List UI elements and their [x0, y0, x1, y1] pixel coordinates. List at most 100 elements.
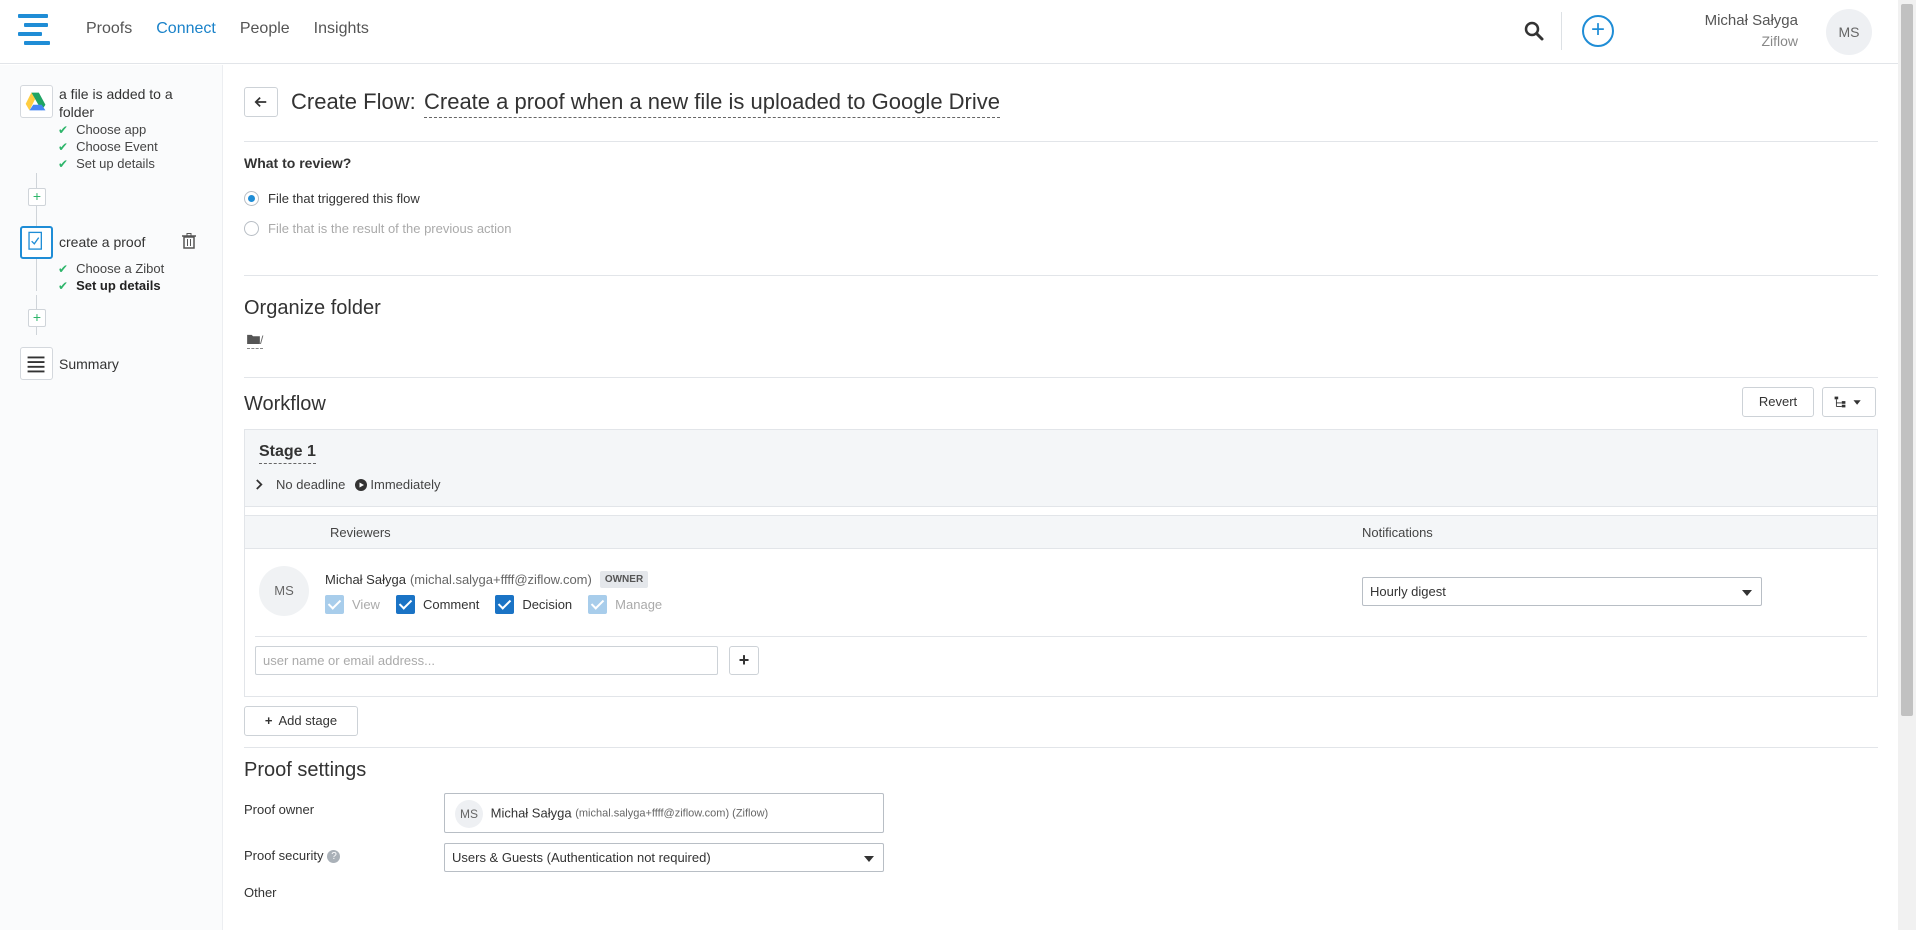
- proof-icon[interactable]: [20, 226, 53, 259]
- checkbox[interactable]: [325, 595, 344, 614]
- create-new-button[interactable]: +: [1582, 15, 1614, 47]
- divider: [255, 636, 1867, 637]
- action-substep[interactable]: ✔ Set up details: [58, 278, 161, 294]
- reviewer-email: (michal.salyga+ffff@ziflow.com): [409, 572, 592, 587]
- stage-header: Stage 1 No deadline Immediately: [245, 430, 1877, 507]
- divider: [244, 141, 1878, 142]
- caret-down-icon: [1742, 589, 1752, 596]
- perm-label: View: [352, 597, 380, 612]
- organize-folder-heading: Organize folder: [244, 297, 381, 319]
- other-label: Other: [244, 885, 277, 900]
- stage-card: Stage 1 No deadline Immediately Reviewer…: [244, 429, 1878, 697]
- nav-insights[interactable]: Insights: [314, 20, 369, 38]
- add-reviewer-button[interactable]: +: [729, 646, 759, 675]
- check-icon: ✔: [58, 157, 69, 171]
- nav-people[interactable]: People: [240, 20, 290, 38]
- check-icon: ✔: [58, 140, 69, 154]
- add-stage-button[interactable]: + Add stage: [244, 706, 358, 736]
- action-step-title[interactable]: create a proof: [59, 233, 145, 251]
- stage-meta[interactable]: No deadline Immediately: [255, 477, 440, 492]
- substep-label: Choose Event: [76, 139, 158, 154]
- tree-structure-icon: [1834, 396, 1861, 408]
- review-label: What to review?: [244, 155, 352, 171]
- revert-button[interactable]: Revert: [1742, 387, 1814, 417]
- main-nav: Proofs Connect People Insights: [86, 20, 393, 38]
- nav-connect[interactable]: Connect: [156, 20, 216, 38]
- proof-owner-select[interactable]: MS Michał Sałyga (michal.salyga+ffff@zif…: [444, 793, 884, 833]
- perm-decision[interactable]: Decision: [495, 595, 572, 614]
- summary-step-title[interactable]: Summary: [59, 355, 119, 373]
- trigger-substep[interactable]: ✔ Set up details: [58, 156, 155, 172]
- workflow-template-dropdown[interactable]: [1822, 387, 1876, 417]
- reviewer-name: Michał Sałyga: [325, 572, 406, 587]
- check-icon: ✔: [58, 123, 69, 137]
- plus-icon: +: [264, 713, 273, 728]
- reviewer-identity: Michał Sałyga (michal.salyga+ffff@ziflow…: [325, 571, 649, 588]
- chevron-right-icon[interactable]: [255, 479, 264, 490]
- action-substep[interactable]: ✔ Choose a Zibot: [58, 261, 164, 277]
- proof-security-label: Proof security?: [244, 848, 341, 864]
- ziflow-logo-icon[interactable]: [18, 14, 50, 45]
- owner-avatar: MS: [455, 799, 483, 828]
- checkbox[interactable]: [588, 595, 608, 614]
- perm-label: Manage: [615, 597, 663, 612]
- back-button[interactable]: [244, 87, 278, 117]
- proof-security-select[interactable]: Users & Guests (Authentication not requi…: [444, 843, 884, 872]
- stage-title[interactable]: Stage 1: [259, 443, 316, 464]
- deadline-text[interactable]: No deadline: [276, 477, 345, 492]
- security-value: Users & Guests (Authentication not requi…: [452, 850, 711, 865]
- radio-button[interactable]: [244, 191, 259, 206]
- trigger-step-title[interactable]: a file is added to a folder: [59, 85, 209, 121]
- substep-label: Set up details: [76, 278, 161, 293]
- checkbox[interactable]: [395, 595, 415, 614]
- user-org[interactable]: Ziflow: [1761, 33, 1798, 49]
- proof-owner-label: Proof owner: [244, 802, 315, 817]
- add-step-button[interactable]: +: [28, 188, 46, 206]
- notification-select[interactable]: Hourly digest: [1362, 577, 1762, 606]
- trigger-substep[interactable]: ✔ Choose app: [58, 122, 146, 138]
- divider: [244, 747, 1878, 748]
- perm-label: Comment: [422, 597, 480, 612]
- flow-name-editable[interactable]: Create a proof when a new file is upload…: [424, 89, 1001, 118]
- folder-path-picker[interactable]: /: [247, 333, 264, 349]
- divider: [244, 377, 1878, 378]
- scrollbar-thumb[interactable]: [1901, 4, 1913, 716]
- avatar[interactable]: MS: [1826, 9, 1872, 55]
- folder-path-text: /: [260, 333, 264, 347]
- help-icon[interactable]: ?: [327, 850, 341, 864]
- proof-settings-heading: Proof settings: [244, 759, 367, 781]
- check-icon: ✔: [58, 262, 69, 276]
- start-text[interactable]: Immediately: [370, 477, 440, 492]
- caret-down-icon: [864, 855, 874, 862]
- trash-icon[interactable]: [182, 233, 196, 249]
- search-icon[interactable]: [1522, 19, 1546, 43]
- reviewer-permissions: View Comment Decision Manage: [325, 595, 678, 614]
- summary-icon[interactable]: [20, 347, 53, 380]
- add-reviewer-input[interactable]: user name or email address...: [255, 646, 718, 675]
- owner-name: Michał Sałyga: [490, 805, 572, 821]
- radio-button[interactable]: [244, 221, 259, 236]
- play-circle-icon: [355, 478, 368, 491]
- radio-label: File that is the result of the previous …: [268, 221, 512, 236]
- page-title-prefix: Create Flow:: [291, 89, 416, 114]
- topbar-divider: [1561, 12, 1562, 50]
- security-label-text: Proof security: [244, 848, 324, 863]
- check-icon: ✔: [58, 279, 69, 293]
- page-scrollbar[interactable]: [1898, 0, 1916, 930]
- flow-steps-sidebar: a file is added to a folder ✔ Choose app …: [0, 65, 223, 930]
- google-drive-icon[interactable]: [20, 85, 53, 118]
- trigger-substep[interactable]: ✔ Choose Event: [58, 139, 158, 155]
- divider: [244, 275, 1878, 276]
- nav-proofs[interactable]: Proofs: [86, 20, 132, 38]
- arrow-left-icon: [254, 97, 267, 107]
- perm-comment[interactable]: Comment: [395, 595, 480, 614]
- checkbox[interactable]: [495, 595, 515, 614]
- top-bar: Proofs Connect People Insights + Michał …: [0, 0, 1898, 64]
- user-name[interactable]: Michał Sałyga: [1705, 12, 1798, 29]
- col-notifications: Notifications: [1362, 525, 1433, 540]
- review-option-trigger-file[interactable]: File that triggered this flow: [244, 191, 420, 206]
- perm-manage[interactable]: Manage: [588, 595, 662, 614]
- add-step-button[interactable]: +: [28, 309, 46, 327]
- review-option-previous-result[interactable]: File that is the result of the previous …: [244, 221, 512, 236]
- perm-view[interactable]: View: [325, 595, 380, 614]
